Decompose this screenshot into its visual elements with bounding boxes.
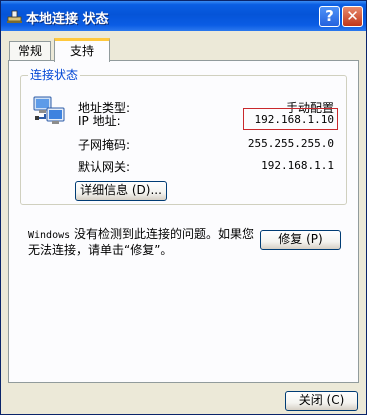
default-gateway-value: 192.168.1.1 — [261, 159, 334, 172]
close-window-button[interactable]: ✕ — [342, 6, 363, 27]
close-button[interactable]: 关闭 (C) — [285, 391, 358, 411]
subnet-mask-value: 255.255.255.0 — [247, 137, 334, 150]
support-tab-panel: 连接状态 地址类型: 手动配置 IP 地址: 192.168.1.10 子网掩码… — [8, 60, 359, 383]
title-bar[interactable]: 本地连接 状态 ? ✕ — [1, 1, 366, 31]
subnet-mask-label: 子网掩码: — [78, 138, 131, 152]
close-icon: ✕ — [346, 7, 359, 25]
ip-address-label: IP 地址: — [78, 114, 121, 128]
message-windows: Windows — [28, 230, 71, 241]
tab-general[interactable]: 常规 — [9, 41, 51, 60]
ip-address-value: 192.168.1.10 — [254, 113, 334, 126]
default-gateway-label: 默认网关: — [78, 160, 131, 174]
status-dialog: 本地连接 状态 ? ✕ 常规 支持 连接状态 地址类型: 手动配置 IP 地址:… — [0, 0, 367, 415]
tab-support[interactable]: 支持 — [54, 38, 110, 62]
network-connection-icon — [7, 10, 22, 23]
network-computers-icon — [33, 96, 65, 124]
details-button[interactable]: 详细信息 (D)... — [75, 181, 167, 201]
help-button[interactable]: ? — [319, 6, 340, 27]
diagnostic-message: Windows 没有检测到此连接的问题。如果您无法连接，请单击“修复”。 — [28, 227, 258, 258]
group-title: 连接状态 — [28, 67, 81, 83]
window-title: 本地连接 状态 — [26, 12, 109, 27]
help-icon: ? — [325, 7, 334, 25]
connection-status-group: 连接状态 地址类型: 手动配置 IP 地址: 192.168.1.10 子网掩码… — [20, 67, 347, 205]
repair-button[interactable]: 修复 (P) — [260, 230, 341, 250]
